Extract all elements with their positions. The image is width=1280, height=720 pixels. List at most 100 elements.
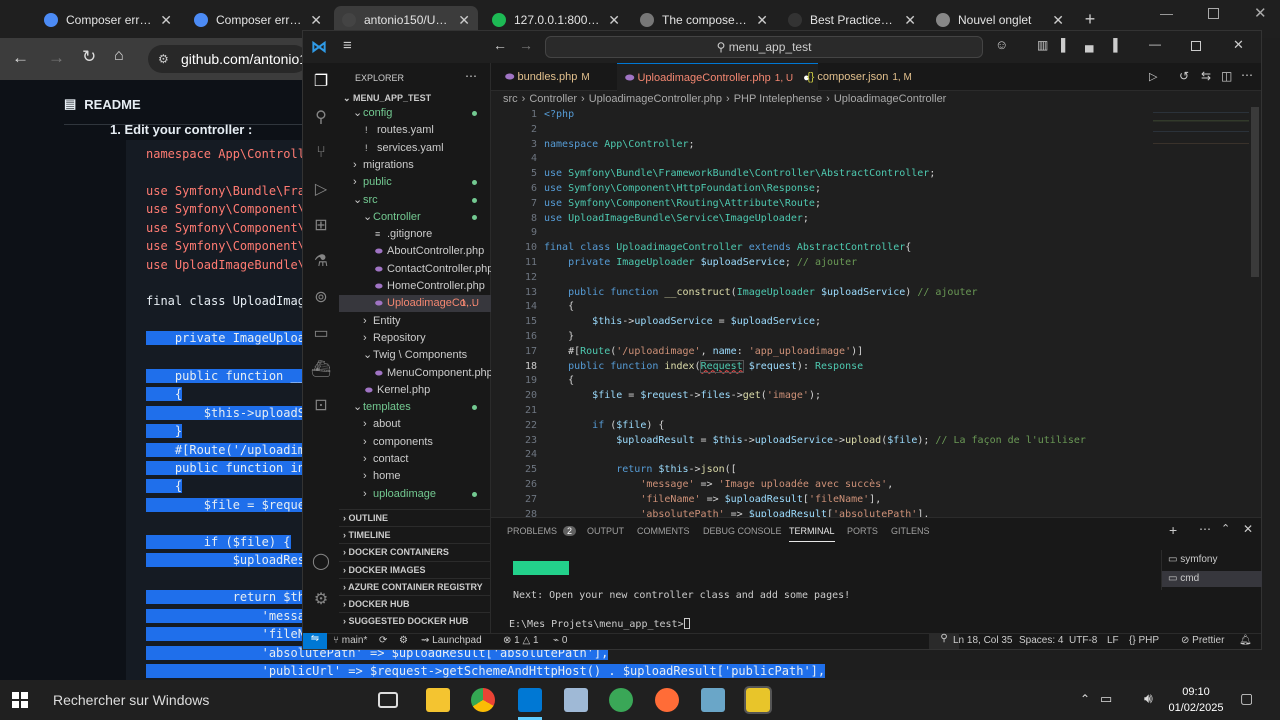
explorer-item[interactable]: › components <box>339 434 491 451</box>
close-panel-icon[interactable]: ✕ <box>1243 522 1253 536</box>
prettier-indicator[interactable]: ⊘ Prettier <box>1181 635 1224 646</box>
line-endings[interactable]: LF <box>1107 635 1119 646</box>
ports-indicator[interactable]: ⌁ 0 <box>553 635 567 646</box>
explorer-item[interactable]: ⌄Twig \ Components <box>339 347 491 364</box>
tray-chevron-icon[interactable]: ⌃ <box>1080 692 1090 706</box>
postman-icon[interactable] <box>655 688 679 712</box>
code-line[interactable]: private ImageUploader $uploadService; //… <box>544 257 857 268</box>
explorer-item[interactable]: ⌄templates <box>339 399 491 416</box>
toggle-sidebar-icon[interactable]: ▌ <box>1061 38 1070 52</box>
panel-tab[interactable]: DEBUG CONSOLE <box>703 526 782 536</box>
workspace-root[interactable]: ⌄ MENU_APP_TEST <box>343 93 431 104</box>
tab-close-icon[interactable]: ✕ <box>756 12 768 29</box>
more-actions-icon[interactable]: ⋯ <box>465 69 477 83</box>
taskbar-search[interactable]: Rechercher sur Windows <box>40 680 358 720</box>
volume-icon[interactable]: 🔊︎ <box>1144 690 1153 707</box>
explorer-item[interactable]: ! services.yaml <box>339 140 491 157</box>
editor-tab[interactable]: ⬬ bundles.php M <box>497 63 598 91</box>
network-icon[interactable]: ▭ <box>1100 691 1112 707</box>
vscode-taskbar-icon[interactable] <box>518 688 542 712</box>
sidebar-section[interactable]: › AZURE CONTAINER REGISTRY <box>339 577 491 595</box>
code-line[interactable]: 'absolutePath' => $uploadResult['absolut… <box>544 509 929 517</box>
panel-tab[interactable]: TERMINAL <box>789 526 835 542</box>
source-control-icon[interactable]: ⑂ <box>309 141 333 165</box>
explorer-item[interactable]: › contact <box>339 451 491 468</box>
terminal-item-cmd[interactable]: ▭ cmd <box>1162 571 1262 587</box>
code-line[interactable]: namespace App\Controller; <box>544 139 695 150</box>
panel-tab[interactable]: PORTS <box>847 526 878 536</box>
sidebar-section[interactable]: › OUTLINE <box>339 509 491 526</box>
indentation[interactable]: Spaces: 4 <box>1019 635 1063 646</box>
docker-icon[interactable]: ⛴ <box>309 357 333 381</box>
editor-tab[interactable]: ⬬ UploadimageController.php 1, U ● <box>617 63 818 91</box>
panel-tab[interactable]: PROBLEMS 2 <box>507 526 577 536</box>
sidebar-section[interactable]: › SUGGESTED DOCKER HUB IMA... <box>339 612 491 643</box>
search-view-icon[interactable]: ⚲ <box>309 105 333 129</box>
panel-more-icon[interactable]: ⋯ <box>1199 522 1211 536</box>
explorer-item[interactable]: ! routes.yaml <box>339 122 491 139</box>
address-bar[interactable]: ⚙ github.com/antonio1 <box>148 45 308 73</box>
explorer-item[interactable]: ⌄config <box>339 105 491 122</box>
explorer-item[interactable]: › Entity <box>339 313 491 330</box>
code-line[interactable]: 'message' => 'Image uploadée avec succès… <box>544 479 893 490</box>
explorer-item[interactable]: ⬬ UploadimageCo... 1, U <box>339 295 491 313</box>
code-line[interactable]: { <box>544 301 574 312</box>
code-line[interactable]: $file = $request->files->get('image'); <box>544 390 821 401</box>
remote-explorer-icon[interactable]: ⊚ <box>309 285 333 309</box>
explorer-item[interactable]: ⬬ ContactController.php <box>339 261 493 278</box>
remote-indicator[interactable]: ⇋ <box>303 633 327 649</box>
home-icon[interactable]: ⌂ <box>114 47 124 65</box>
nav-back-icon[interactable]: ← <box>493 37 507 53</box>
tab-close-icon[interactable]: ✕ <box>904 12 916 29</box>
app-icon[interactable] <box>564 688 588 712</box>
breadcrumb-item[interactable]: PHP Intelephense <box>734 93 822 105</box>
terminal-prompt[interactable]: E:\Mes Projets\menu_app_test> <box>509 618 690 630</box>
browser-tab[interactable]: Composer erreur ✕ <box>36 6 180 34</box>
explorer-item[interactable]: ⬬ Kernel.php <box>339 382 491 399</box>
new-terminal-icon[interactable]: + <box>1169 522 1177 538</box>
sidebar-section[interactable]: › DOCKER HUB <box>339 595 491 612</box>
clock[interactable]: 09:10 01/02/2025 <box>1168 684 1224 716</box>
extensions-icon[interactable]: ⊞ <box>309 213 333 237</box>
panel-tab[interactable]: COMMENTS <box>637 526 690 536</box>
tab-close-icon[interactable]: ✕ <box>608 12 620 29</box>
notification-center-icon[interactable]: ▢ <box>1240 690 1253 707</box>
explorer-item[interactable]: › migrations <box>339 157 491 174</box>
run-debug-icon[interactable]: ▷ <box>309 177 333 201</box>
explorer-item[interactable]: › home <box>339 468 491 485</box>
account-icon[interactable]: ◯ <box>309 549 333 573</box>
explorer-item[interactable]: › uploadimage <box>339 486 491 503</box>
cursor-position[interactable]: Ln 18, Col 35 <box>953 635 1013 646</box>
explorer-item[interactable]: ⌄Controller <box>339 209 491 226</box>
copilot-icon[interactable]: ☺ <box>995 37 1008 52</box>
sync-icon[interactable]: ⟳ <box>379 635 387 646</box>
start-button[interactable] <box>12 692 28 708</box>
task-view-icon[interactable] <box>378 692 398 708</box>
forward-icon[interactable]: → <box>48 48 65 68</box>
editor-tab[interactable]: {} composer.json 1, M <box>799 63 920 91</box>
code-line[interactable]: $uploadResult = $this->uploadService->up… <box>544 435 1086 446</box>
language-mode[interactable]: {} PHP <box>1129 635 1159 646</box>
restore-window-icon[interactable] <box>1208 8 1219 19</box>
tab-close-icon[interactable]: ✕ <box>310 12 322 29</box>
maximize-panel-icon[interactable]: ⌃ <box>1221 522 1230 535</box>
panel-tab[interactable]: OUTPUT <box>587 526 624 536</box>
notifications-icon[interactable]: 🔔︎ <box>1239 635 1252 646</box>
code-line[interactable]: use Symfony\Component\Routing\Attribute\… <box>544 198 821 209</box>
code-line[interactable]: } <box>544 331 574 342</box>
scrollbar[interactable] <box>1251 107 1259 277</box>
breadcrumb-item[interactable]: UploadimageController.php <box>589 93 722 105</box>
active-app-icon[interactable] <box>744 686 772 714</box>
breadcrumb-item[interactable]: Controller <box>529 93 577 105</box>
vscode-close-icon[interactable]: ✕ <box>1233 37 1244 53</box>
toggle-panel-icon[interactable]: ▄ <box>1085 38 1094 52</box>
code-line[interactable]: final class UploadimageController extend… <box>544 242 911 253</box>
run-icon[interactable]: ▷ <box>1149 70 1157 83</box>
explorer-item[interactable]: › about <box>339 416 491 433</box>
compare-icon[interactable]: ⇆ <box>1201 69 1211 83</box>
panel-tab[interactable]: GITLENS <box>891 526 930 536</box>
code-line[interactable]: use Symfony\Component\HttpFoundation\Res… <box>544 183 821 194</box>
site-info-icon[interactable]: ⚙ <box>158 45 169 73</box>
explorer-item[interactable]: ⬬ AboutController.php <box>339 243 491 260</box>
nav-forward-icon[interactable]: → <box>519 37 533 53</box>
